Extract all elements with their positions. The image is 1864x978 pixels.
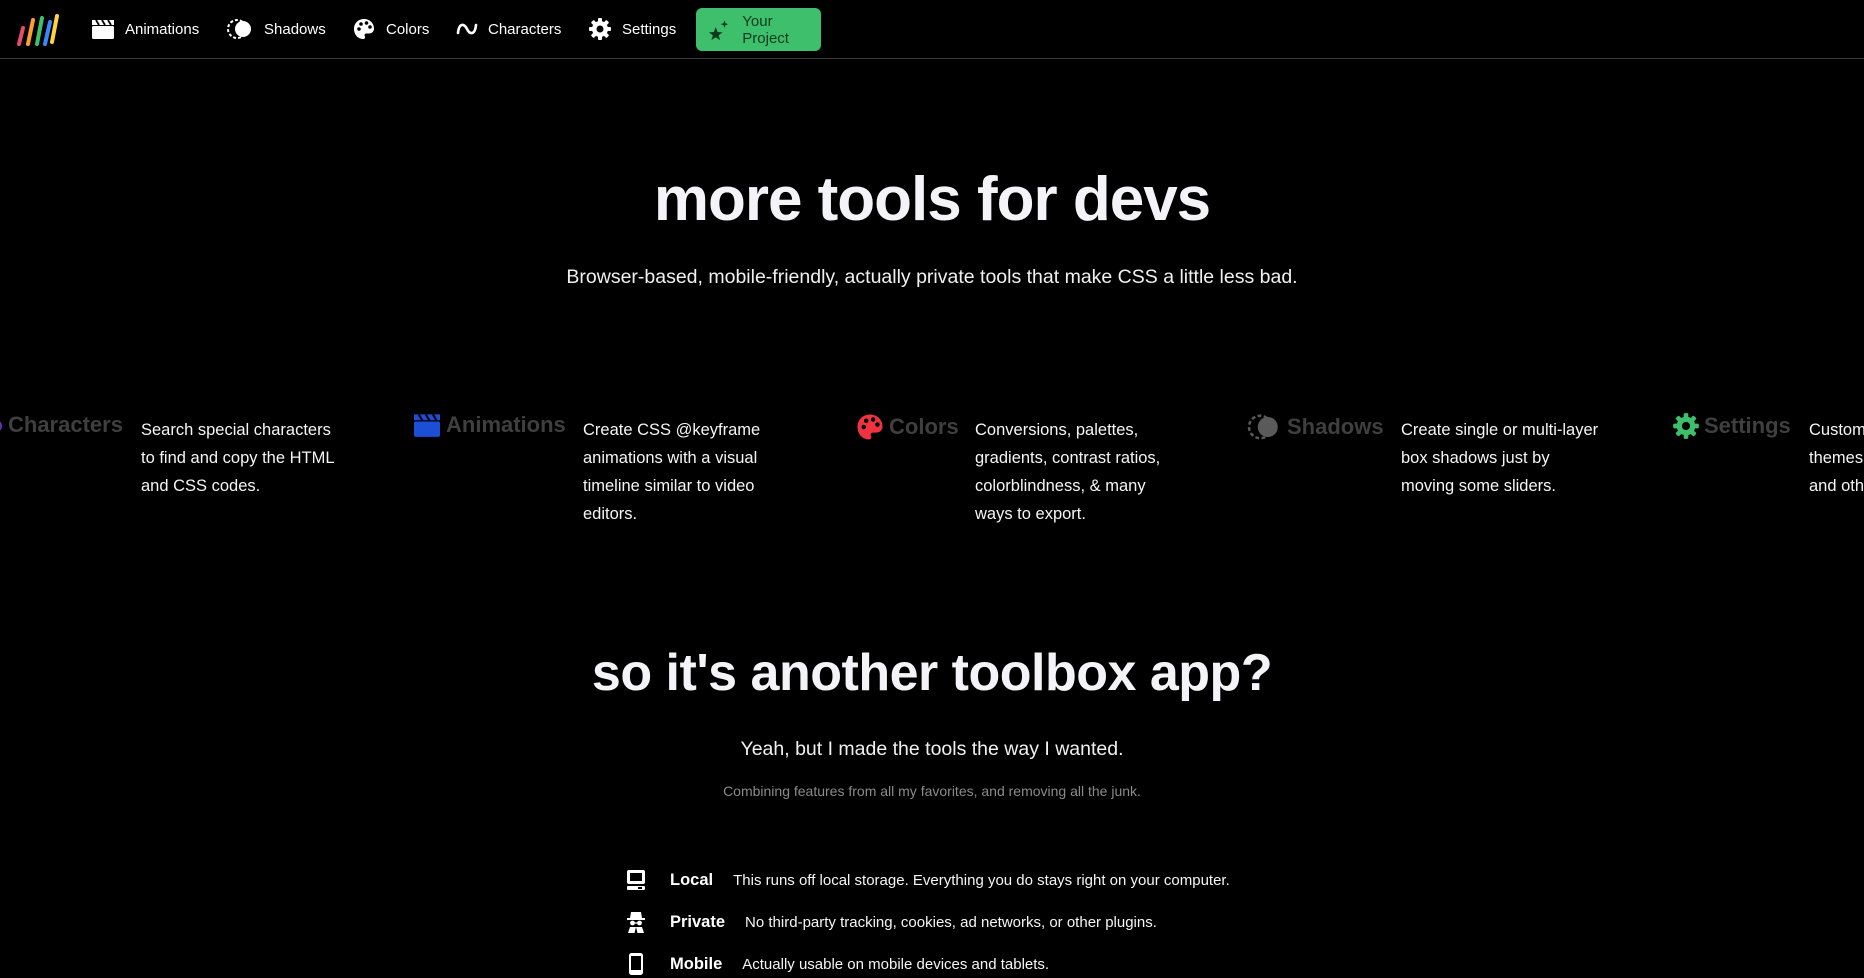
- shadow-icon: [1247, 414, 1278, 440]
- nav-label: Animations: [125, 20, 200, 38]
- tool-description: Custom themes and oth: [1809, 416, 1864, 500]
- palette-icon: [354, 19, 374, 39]
- desc-line: Create CSS @keyframe: [583, 421, 761, 439]
- mobile-icon: [629, 953, 643, 975]
- nav-label: Colors: [386, 20, 430, 38]
- feature-desc: No third-party tracking, cookies, ad net…: [745, 913, 1157, 931]
- desc-line: and oth: [1809, 477, 1864, 495]
- top-nav: Animations Shadows Colors Characters Set…: [0, 0, 1864, 59]
- tilde-icon: [0, 421, 2, 431]
- spy-icon: [627, 912, 645, 933]
- feature-private: Private No third-party tracking, cookies…: [624, 908, 1157, 936]
- desc-line: Search special characters: [141, 421, 331, 439]
- tool-description: Search special characters to find and co…: [141, 416, 341, 500]
- nav-label: Shadows: [264, 20, 326, 38]
- tool-title: Animations: [446, 412, 566, 437]
- desc-line: Custom: [1809, 421, 1864, 439]
- tilde-icon: [456, 23, 478, 35]
- nav-colors[interactable]: Colors: [352, 12, 429, 46]
- tool-description: Conversions, palettes, gradients, contra…: [975, 416, 1175, 528]
- nav-settings[interactable]: Settings: [588, 12, 676, 46]
- feature-desc: This runs off local storage. Everything …: [733, 871, 1230, 889]
- hero-title: more tools for devs: [653, 165, 1211, 234]
- desc-line: timeline similar to video: [583, 477, 755, 495]
- feature-name: Local: [670, 870, 714, 889]
- shadow-icon: [227, 19, 251, 39]
- palette-icon: [857, 414, 883, 440]
- nav-characters[interactable]: Characters: [456, 12, 561, 46]
- section-title: so it's another toolbox app?: [591, 644, 1273, 702]
- desc-line: and CSS codes.: [141, 477, 261, 495]
- desc-line: editors.: [583, 505, 638, 523]
- tool-description: Create CSS @keyframe animations with a v…: [583, 416, 783, 528]
- nav-animations[interactable]: Animations: [91, 12, 199, 46]
- nav-label: Settings: [622, 20, 677, 38]
- your-project-button[interactable]: Your Project: [696, 8, 821, 51]
- feature-local: Local This runs off local storage. Every…: [624, 866, 1230, 894]
- section-note: Combining features from all my favorites…: [723, 783, 1141, 799]
- feature-name: Private: [670, 912, 726, 931]
- hero-subtitle: Browser-based, mobile-friendly, actually…: [566, 266, 1298, 288]
- tool-card-header: Colors: [855, 412, 959, 442]
- tool-title: Colors: [889, 414, 959, 439]
- desc-line: themes: [1809, 449, 1864, 467]
- tool-card-header: Shadows: [1245, 412, 1384, 442]
- feature-mobile: Mobile Actually usable on mobile devices…: [624, 950, 1049, 978]
- desc-line: ways to export.: [975, 505, 1086, 523]
- nav-shadows[interactable]: Shadows: [226, 12, 326, 46]
- desc-line: to find and copy the HTML: [141, 449, 335, 467]
- tool-title: Settings: [1704, 413, 1791, 438]
- desc-line: box shadows just by: [1401, 449, 1550, 467]
- clapperboard-icon: [92, 19, 114, 39]
- desc-line: Conversions, palettes,: [975, 421, 1139, 439]
- nav-label: Characters: [488, 20, 562, 38]
- tool-card-header: Settings: [1672, 412, 1791, 440]
- desc-line: colorblindness, & many: [975, 477, 1146, 495]
- sparkle-star-icon: [708, 19, 729, 40]
- desc-line: gradients, contrast ratios,: [975, 449, 1161, 467]
- tool-title: Shadows: [1287, 414, 1384, 439]
- clapperboard-icon: [414, 413, 440, 437]
- computer-icon: [627, 870, 645, 890]
- feature-desc: Actually usable on mobile devices and ta…: [742, 955, 1050, 973]
- gear-icon: [1673, 413, 1699, 439]
- tool-title: Characters: [8, 412, 123, 437]
- tool-card-header: Animations: [412, 412, 566, 438]
- desc-line: animations with a visual: [583, 449, 758, 467]
- tool-card-header: Characters: [0, 412, 123, 438]
- logo[interactable]: [14, 12, 60, 48]
- section-subtitle: Yeah, but I made the tools the way I wan…: [740, 738, 1124, 760]
- tool-description: Create single or multi-layer box shadows…: [1401, 416, 1611, 500]
- gear-icon: [589, 18, 611, 40]
- tool-card-settings[interactable]: Settings Custom themes and oth: [1672, 412, 1864, 512]
- cta-label: Your Project: [742, 12, 789, 47]
- feature-name: Mobile: [670, 954, 723, 973]
- desc-line: moving some sliders.: [1401, 477, 1556, 495]
- desc-line: Create single or multi-layer: [1401, 421, 1599, 439]
